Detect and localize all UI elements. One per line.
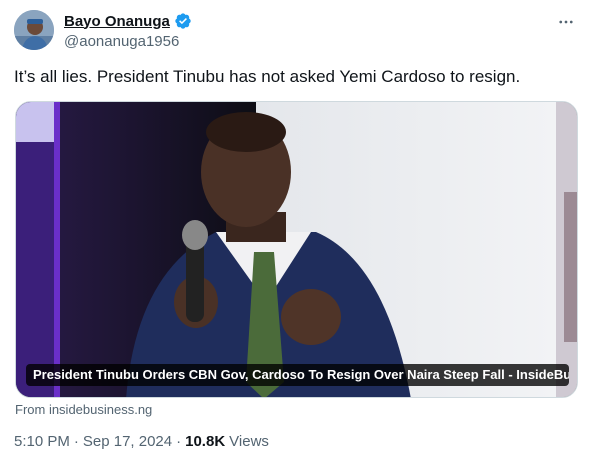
tweet-date[interactable]: Sep 17, 2024 <box>83 433 172 450</box>
link-card[interactable]: President Tinubu Orders CBN Gov, Cardoso… <box>15 101 578 398</box>
author-handle[interactable]: @aonanuga1956 <box>64 33 179 50</box>
avatar[interactable] <box>14 10 54 50</box>
tweet-header: Bayo Onanuga @aonanuga1956 <box>14 10 580 54</box>
verified-badge-icon <box>174 12 192 30</box>
tweet-time[interactable]: 5:10 PM <box>14 433 70 450</box>
author-name-row: Bayo Onanuga <box>64 12 192 30</box>
card-image <box>16 102 577 397</box>
views-count: 10.8K <box>185 433 226 450</box>
more-horizontal-icon[interactable] <box>554 10 578 34</box>
tweet-meta: 5:10 PM · Sep 17, 2024 · 10.8K Views <box>14 433 269 450</box>
meta-separator: · <box>176 433 182 450</box>
card-source-link[interactable]: From insidebusiness.ng <box>15 402 152 417</box>
views-label: Views <box>229 433 269 450</box>
author-display-name[interactable]: Bayo Onanuga <box>64 13 170 30</box>
tweet-text: It’s all lies. President Tinubu has not … <box>14 67 521 86</box>
card-title: President Tinubu Orders CBN Gov, Cardoso… <box>26 364 569 386</box>
meta-separator: · <box>73 433 79 450</box>
